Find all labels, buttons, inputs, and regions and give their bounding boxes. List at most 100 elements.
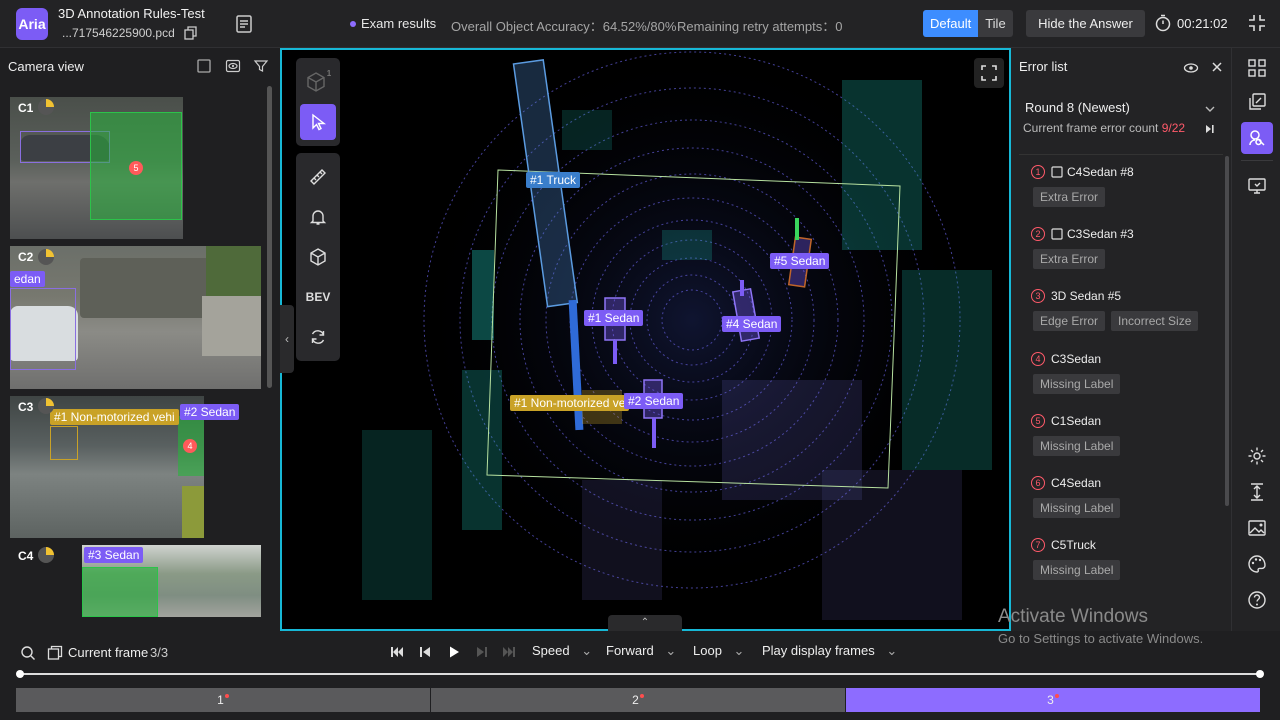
frame-segment-1[interactable]: 1 bbox=[16, 688, 430, 712]
error-item[interactable]: 7 C5Truck Missing Label bbox=[1031, 536, 1121, 580]
bbox-purple bbox=[10, 288, 76, 370]
direction-dropdown[interactable]: Forward ⌄ bbox=[606, 643, 676, 659]
camera-scrollbar[interactable] bbox=[267, 86, 272, 388]
annotation-tag[interactable]: #3 Sedan bbox=[84, 547, 144, 563]
file-name: ...717546225900.pcd bbox=[62, 26, 175, 40]
annotation-label[interactable]: #1 Truck bbox=[526, 172, 581, 188]
frame-timeline[interactable] bbox=[16, 670, 1264, 678]
annotation-label[interactable]: #1 Sedan bbox=[584, 310, 644, 326]
error-item[interactable]: 1 C4Sedan #8 Extra Error bbox=[1031, 163, 1134, 207]
edit-notes-button[interactable] bbox=[1241, 86, 1273, 118]
eye-icon[interactable] bbox=[1183, 60, 1199, 76]
reset-tool[interactable] bbox=[296, 317, 340, 357]
frame-segment-2[interactable]: 2 bbox=[431, 688, 845, 712]
error-number: 1 bbox=[1031, 164, 1045, 179]
box-tool[interactable] bbox=[296, 237, 340, 277]
last-frame-icon[interactable] bbox=[502, 645, 516, 659]
error-name: C4Sedan #8 bbox=[1067, 164, 1134, 179]
frames-icon[interactable] bbox=[47, 645, 63, 661]
loop-dropdown[interactable]: Loop ⌄ bbox=[693, 643, 744, 659]
windows-watermark-title: Activate Windows bbox=[998, 606, 1148, 627]
settings-button[interactable] bbox=[1241, 440, 1273, 472]
error-item[interactable]: 4 C3Sedan Missing Label bbox=[1031, 350, 1121, 394]
camera-thumbnail-c1[interactable]: 5 bbox=[10, 97, 183, 239]
camera-thumbnail-c2[interactable] bbox=[10, 246, 261, 389]
copy-icon[interactable] bbox=[184, 26, 198, 40]
exit-fullscreen-icon[interactable] bbox=[1247, 13, 1267, 33]
timeline-end-handle[interactable] bbox=[1256, 670, 1264, 678]
bell-icon bbox=[309, 210, 327, 225]
error-item[interactable]: 5 C1Sedan Missing Label bbox=[1031, 412, 1121, 456]
cube-tool[interactable]: 1 bbox=[296, 62, 340, 102]
error-badge[interactable]: 5 bbox=[129, 161, 143, 175]
next-error-icon[interactable] bbox=[1205, 124, 1215, 134]
error-item[interactable]: 2 C3Sedan #3 Extra Error bbox=[1031, 225, 1134, 269]
edit-copy-icon bbox=[1249, 93, 1266, 110]
frame-number: 1 bbox=[217, 693, 224, 707]
post-shape bbox=[182, 486, 204, 538]
screen-button[interactable] bbox=[1241, 170, 1273, 202]
error-badge[interactable]: 4 bbox=[183, 439, 197, 453]
view-mode-default[interactable]: Default bbox=[923, 10, 979, 37]
first-frame-icon[interactable] bbox=[390, 645, 404, 659]
monitor-icon bbox=[1248, 178, 1266, 194]
collapse-left-panel-button[interactable]: ‹ bbox=[280, 305, 294, 373]
point-cloud-viewport[interactable]: #1 Truck #5 Sedan #1 Sedan #4 Sedan #1 N… bbox=[280, 48, 1011, 631]
view-mode-tile[interactable]: Tile bbox=[978, 10, 1012, 37]
previous-frame-icon[interactable] bbox=[418, 645, 432, 659]
camera-view-title: Camera view bbox=[8, 59, 84, 74]
vertical-resize-icon bbox=[1251, 483, 1263, 501]
round-selector[interactable]: Round 8 (Newest) bbox=[1025, 100, 1130, 115]
chevron-down-icon[interactable] bbox=[1204, 103, 1216, 115]
divider bbox=[1241, 160, 1273, 161]
annotation-tag[interactable]: #2 Sedan bbox=[180, 404, 240, 420]
bev-tool[interactable]: BEV bbox=[296, 277, 340, 317]
error-item[interactable]: 6 C4Sedan Missing Label bbox=[1031, 474, 1121, 518]
checkbox-icon[interactable] bbox=[196, 58, 212, 74]
frame-segment-3[interactable]: 3 bbox=[846, 688, 1260, 712]
filter-icon[interactable] bbox=[253, 58, 269, 74]
annotation-tag[interactable]: #1 Non-motorized vehi bbox=[50, 409, 179, 425]
progress-pie-icon bbox=[38, 99, 54, 115]
error-chip: Missing Label bbox=[1033, 560, 1121, 580]
expand-icon bbox=[981, 65, 997, 81]
bell-tool[interactable] bbox=[296, 197, 340, 237]
help-button[interactable] bbox=[1241, 584, 1273, 616]
direction-label: Forward bbox=[606, 643, 654, 658]
measure-tool[interactable] bbox=[296, 157, 340, 197]
hide-answer-button[interactable]: Hide the Answer bbox=[1026, 10, 1145, 37]
error-number: 4 bbox=[1031, 351, 1045, 366]
select-tool[interactable] bbox=[300, 104, 336, 140]
expand-bottom-button[interactable]: ⌃ bbox=[608, 615, 682, 631]
annotation-label[interactable]: #5 Sedan bbox=[770, 253, 830, 269]
layout-grid-button[interactable] bbox=[1241, 52, 1273, 84]
exam-results-link[interactable]: Exam results bbox=[350, 16, 436, 31]
error-list-title: Error list bbox=[1019, 59, 1068, 74]
annotation-label[interactable]: #2 Sedan bbox=[624, 393, 684, 409]
error-review-button[interactable] bbox=[1241, 122, 1273, 154]
annotation-label[interactable]: #4 Sedan bbox=[722, 316, 782, 332]
eye-icon[interactable] bbox=[225, 58, 241, 74]
zoom-icon[interactable] bbox=[20, 645, 36, 661]
current-count-value: 9/22 bbox=[1161, 121, 1186, 135]
document-icon[interactable] bbox=[234, 14, 254, 34]
palette-button[interactable] bbox=[1241, 548, 1273, 580]
error-name: C3Sedan bbox=[1051, 351, 1102, 366]
speed-dropdown[interactable]: Speed ⌄ bbox=[532, 643, 592, 659]
close-icon[interactable] bbox=[1210, 60, 1224, 74]
timeline-start-handle[interactable] bbox=[16, 670, 24, 678]
next-frame-icon[interactable] bbox=[475, 645, 489, 659]
height-button[interactable] bbox=[1241, 476, 1273, 508]
expand-view-button[interactable] bbox=[974, 58, 1004, 88]
play-icon[interactable] bbox=[447, 645, 461, 659]
annotation-label[interactable]: #1 Non-motorized ve bbox=[510, 395, 630, 411]
cursor-icon bbox=[312, 113, 327, 131]
app-logo: Aria bbox=[16, 8, 48, 40]
grid-icon bbox=[1248, 59, 1266, 77]
play-display-frames-dropdown[interactable]: Play display frames ⌄ bbox=[762, 643, 897, 659]
error-list-scrollbar[interactable] bbox=[1225, 156, 1229, 506]
error-item[interactable]: 3 3D Sedan #5 Edge Error Incorrect Size bbox=[1031, 287, 1199, 331]
annotation-tag[interactable]: edan bbox=[10, 271, 45, 287]
image-button[interactable] bbox=[1241, 512, 1273, 544]
camera-label-c4: C4 bbox=[18, 549, 34, 563]
